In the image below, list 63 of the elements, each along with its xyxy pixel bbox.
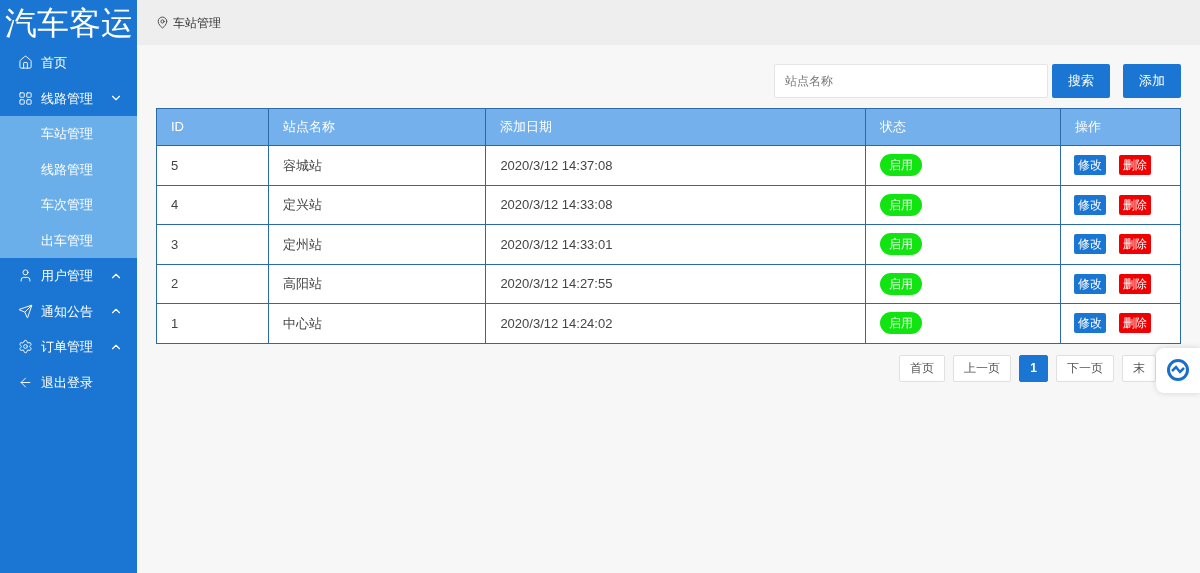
table-cell: 3 — [157, 225, 269, 264]
delete-button[interactable]: 删除 — [1119, 273, 1152, 294]
table-cell: 容城站 — [268, 146, 487, 185]
table-cell: 1 — [157, 304, 269, 343]
table-cell: 定兴站 — [268, 185, 487, 224]
breadcrumb: 车站管理 — [173, 14, 221, 32]
column-header: 状态 — [865, 109, 1062, 145]
submenu-item[interactable]: 出车管理 — [0, 222, 137, 258]
status-badge: 启用 — [879, 312, 922, 335]
page-button[interactable]: 末 — [1122, 354, 1156, 382]
submenu-item[interactable]: 车站管理 — [0, 116, 137, 152]
delete-button[interactable]: 删除 — [1119, 194, 1152, 215]
status-badge: 启用 — [879, 154, 922, 177]
delete-button[interactable]: 删除 — [1119, 155, 1152, 176]
table-cell: 2020/3/12 14:33:01 — [486, 225, 866, 264]
sidebar-item[interactable]: 首页 — [0, 45, 137, 81]
table-cell: 高阳站 — [268, 264, 487, 303]
send-icon — [18, 303, 33, 319]
delete-button[interactable]: 删除 — [1119, 313, 1152, 334]
page-button[interactable]: 首页 — [899, 354, 946, 382]
submenu-item[interactable]: 线路管理 — [0, 151, 137, 187]
home-icon — [18, 55, 33, 71]
status-badge: 启用 — [879, 272, 922, 295]
gear-icon — [18, 339, 33, 355]
table-cell: 2020/3/12 14:24:02 — [486, 304, 866, 343]
table-cell: 2020/3/12 14:33:08 — [486, 185, 866, 224]
submenu-item[interactable]: 车次管理 — [0, 187, 137, 223]
table-cell: 5 — [157, 146, 269, 185]
edit-button[interactable]: 修改 — [1074, 155, 1107, 176]
status-badge: 启用 — [879, 233, 922, 256]
search-button[interactable]: 搜索 — [1052, 64, 1110, 98]
sidebar-item[interactable]: 退出登录 — [0, 364, 137, 400]
column-header: 站点名称 — [268, 109, 487, 145]
edit-button[interactable]: 修改 — [1074, 234, 1107, 255]
sidebar-item[interactable]: 订单管理 — [0, 329, 137, 365]
delete-button[interactable]: 删除 — [1119, 234, 1152, 255]
page-button[interactable]: 上一页 — [953, 354, 1012, 382]
logo-icon — [1167, 359, 1189, 381]
column-header: 操作 — [1074, 118, 1103, 137]
add-button[interactable]: 添加 — [1123, 64, 1181, 98]
table-cell: 中心站 — [268, 304, 487, 343]
user-icon — [18, 268, 33, 284]
table-cell: 2020/3/12 14:27:55 — [486, 264, 866, 303]
floating-widget[interactable] — [1156, 347, 1200, 393]
location-pin-icon — [156, 16, 169, 29]
table-cell: 2 — [157, 264, 269, 303]
search-field[interactable]: 站点名称 — [774, 64, 1048, 98]
table-cell: 定州站 — [268, 225, 487, 264]
edit-button[interactable]: 修改 — [1074, 273, 1107, 294]
sidebar-item[interactable]: 用户管理 — [0, 258, 137, 294]
sidebar-item[interactable]: 通知公告 — [0, 293, 137, 329]
edit-button[interactable]: 修改 — [1074, 313, 1107, 334]
table-cell: 2020/3/12 14:37:08 — [486, 146, 866, 185]
status-badge: 启用 — [879, 193, 922, 216]
edit-button[interactable]: 修改 — [1074, 194, 1107, 215]
sidebar-item[interactable]: 线路管理 — [0, 80, 137, 116]
grid-icon — [18, 90, 33, 106]
page-button[interactable]: 下一页 — [1056, 354, 1114, 382]
column-header: ID — [157, 109, 269, 145]
table-cell: 4 — [157, 185, 269, 224]
column-header: 添加日期 — [486, 109, 866, 145]
page-button[interactable]: 1 — [1019, 354, 1048, 382]
app-logo: 汽车客运 — [3, 3, 134, 43]
